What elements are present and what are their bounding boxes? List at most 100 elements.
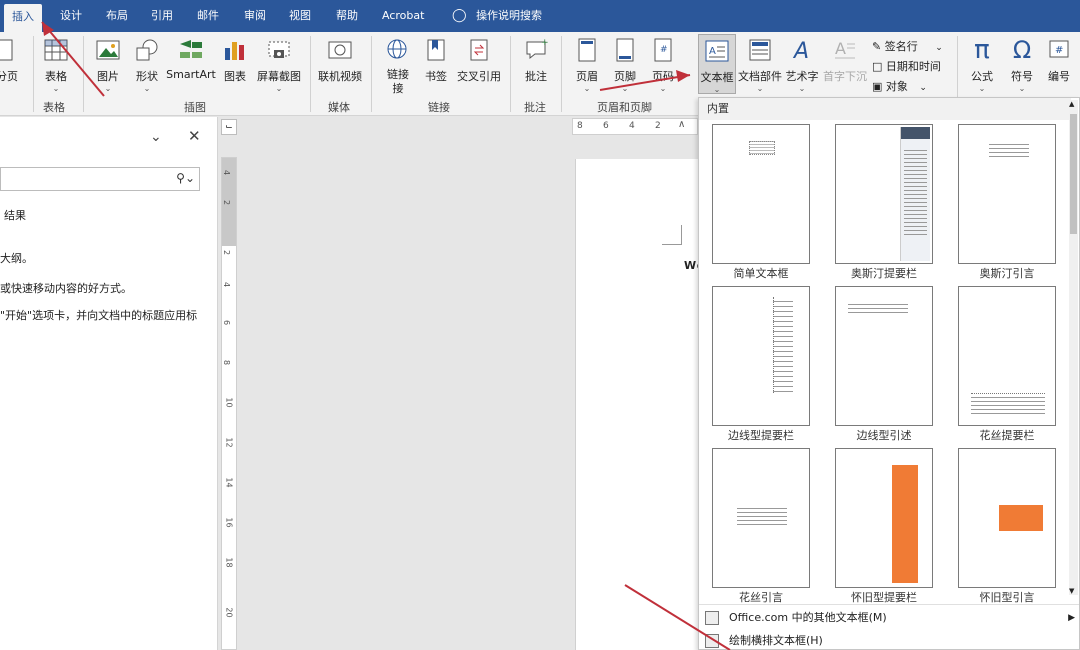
- pi-icon: π: [974, 35, 990, 65]
- search-input[interactable]: ⚲⌄: [0, 167, 200, 191]
- header-button[interactable]: 页眉 ⌄: [570, 36, 604, 93]
- document-page[interactable]: Wo: [575, 159, 705, 650]
- ruler-tick: 8: [577, 121, 583, 131]
- chevron-down-icon[interactable]: ⌄: [150, 129, 162, 145]
- ruler-tick: 4: [222, 281, 232, 288]
- quick-parts-icon: [749, 39, 771, 61]
- textbox-button[interactable]: A 文本框 ⌄: [698, 34, 736, 94]
- dropcap-button[interactable]: A 首字下沉: [822, 36, 868, 84]
- ruler-tick: 8: [222, 359, 232, 366]
- screenshot-button[interactable]: 屏幕截图 ⌄: [254, 36, 304, 93]
- date-time-button[interactable]: □ 日期和时间: [872, 58, 941, 74]
- draw-textbox-menuitem[interactable]: 绘制横排文本框(H): [699, 630, 1079, 650]
- scroll-down-icon[interactable]: ▼: [1069, 587, 1074, 595]
- textbox-gallery: 内置 ▲ ▼ 简单文本框 奥斯汀提要栏 奥斯汀引言 边线型提要栏 边线型引述 花…: [698, 97, 1080, 650]
- tell-me-label: 操作说明搜索: [476, 9, 543, 22]
- equation-button[interactable]: π 公式 ⌄: [964, 36, 1000, 93]
- tab-selector[interactable]: ⌙: [221, 119, 237, 135]
- indent-marker[interactable]: ∧: [678, 119, 685, 130]
- gallery-item-simple-textbox[interactable]: [712, 124, 810, 264]
- ribbon-separator: [33, 36, 34, 112]
- preview-sidebar: [900, 127, 930, 261]
- smartart-button[interactable]: SmartArt: [166, 36, 216, 81]
- chevron-down-icon: ⌄: [143, 84, 151, 93]
- tell-me-search[interactable]: ◯ 操作说明搜索: [444, 0, 550, 32]
- chevron-down-icon: ⌄: [659, 84, 667, 93]
- chevron-down-icon: ⌄: [713, 85, 721, 94]
- gallery-label: 怀旧型引言: [979, 591, 1035, 604]
- word-window: 插入 设计 布局 引用 邮件 审阅 视图 帮助 Acrobat ◯ 操作说明搜索…: [0, 0, 1080, 650]
- gallery-item-retro-sidebar[interactable]: [835, 448, 933, 588]
- scroll-up-icon[interactable]: ▲: [1069, 100, 1074, 108]
- tab-insert[interactable]: 插入: [4, 4, 42, 32]
- object-button[interactable]: ▣ 对象 ⌄: [872, 78, 927, 94]
- chevron-down-icon: ⌄: [978, 84, 986, 93]
- tab-references[interactable]: 引用: [143, 0, 181, 32]
- results-tab[interactable]: 结果: [4, 207, 26, 223]
- footer-button[interactable]: 页脚 ⌄: [608, 36, 642, 93]
- chevron-down-icon: ⌄: [104, 84, 112, 93]
- gallery-item-edge-quote[interactable]: [835, 286, 933, 426]
- quick-parts-button[interactable]: 文档部件 ⌄: [738, 36, 782, 93]
- preview-edge-bar: [773, 297, 793, 393]
- gallery-item-filigree-sidebar[interactable]: [958, 286, 1056, 426]
- lightbulb-icon: ◯: [452, 8, 467, 23]
- tab-design[interactable]: 设计: [52, 0, 90, 32]
- tab-help[interactable]: 帮助: [328, 0, 366, 32]
- gallery-item-austin-sidebar[interactable]: [835, 124, 933, 264]
- gallery-label: 怀旧型提要栏: [851, 591, 917, 604]
- ribbon-separator: [561, 36, 562, 112]
- gallery-item-filigree-quote[interactable]: [712, 448, 810, 588]
- preview-filigree-bar: [971, 393, 1045, 415]
- dropcap-icon: A: [835, 39, 855, 59]
- tab-view[interactable]: 视图: [281, 0, 319, 32]
- link-button[interactable]: 链接接: [382, 36, 414, 96]
- gallery-label: 奥斯汀引言: [979, 267, 1035, 280]
- picture-button[interactable]: 图片 ⌄: [90, 36, 126, 93]
- ribbon-separator: [83, 36, 84, 112]
- shapes-button[interactable]: 形状 ⌄: [130, 36, 164, 93]
- preview-quote: [989, 141, 1029, 157]
- chart-button[interactable]: 图表: [220, 36, 250, 84]
- tab-review[interactable]: 审阅: [236, 0, 274, 32]
- online-video-button[interactable]: 联机视频: [316, 36, 364, 84]
- chevron-down-icon: ⌄: [919, 83, 927, 93]
- gallery-label: 边线型引述: [856, 429, 912, 442]
- symbol-button[interactable]: Ω 符号 ⌄: [1004, 36, 1040, 93]
- chart-icon: [225, 42, 244, 60]
- gallery-item-retro-quote[interactable]: [958, 448, 1056, 588]
- page-break-button[interactable]: 分页: [0, 36, 20, 84]
- table-button[interactable]: 表格 ⌄: [38, 36, 74, 93]
- chevron-right-icon: ▶: [1068, 613, 1075, 623]
- cross-reference-button[interactable]: 交叉引用: [456, 36, 502, 84]
- search-icon[interactable]: ⚲⌄: [176, 171, 195, 185]
- number-button[interactable]: # 编号: [1042, 36, 1076, 84]
- comment-icon: +: [526, 38, 549, 60]
- group-media-label: 媒体: [328, 101, 350, 114]
- ruler-tick: 2: [655, 121, 661, 131]
- signature-line-button[interactable]: ✎ 签名行 ⌄: [872, 38, 943, 54]
- preview-box: [749, 141, 775, 155]
- textbox-icon: A: [705, 40, 729, 62]
- wordart-button[interactable]: A 艺术字 ⌄: [784, 36, 820, 93]
- gallery-label: 边线型提要栏: [728, 429, 794, 442]
- scrollbar-thumb[interactable]: [1070, 114, 1077, 234]
- tab-layout[interactable]: 布局: [98, 0, 136, 32]
- gallery-item-austin-quote[interactable]: [958, 124, 1056, 264]
- more-textboxes-menuitem[interactable]: Office.com 中的其他文本框(M) ▶: [699, 607, 1079, 629]
- page-number-button[interactable]: # 页码 ⌄: [646, 36, 680, 93]
- smartart-icon: [180, 40, 202, 58]
- gallery-item-edge-sidebar[interactable]: [712, 286, 810, 426]
- omega-icon: Ω: [1012, 36, 1032, 64]
- svg-text:+: +: [541, 38, 549, 48]
- bookmark-button[interactable]: 书签: [420, 36, 452, 84]
- comment-button[interactable]: + 批注: [518, 36, 554, 84]
- close-icon[interactable]: ✕: [188, 127, 201, 145]
- ruler-tick: 4: [629, 121, 635, 131]
- gallery-label: 简单文本框: [733, 267, 789, 280]
- tab-mailings[interactable]: 邮件: [189, 0, 227, 32]
- gallery-scrollbar[interactable]: ▲ ▼: [1069, 100, 1078, 595]
- preview-retro-quote: [999, 505, 1043, 531]
- calendar-icon: □: [872, 60, 883, 73]
- tab-acrobat[interactable]: Acrobat: [374, 0, 432, 32]
